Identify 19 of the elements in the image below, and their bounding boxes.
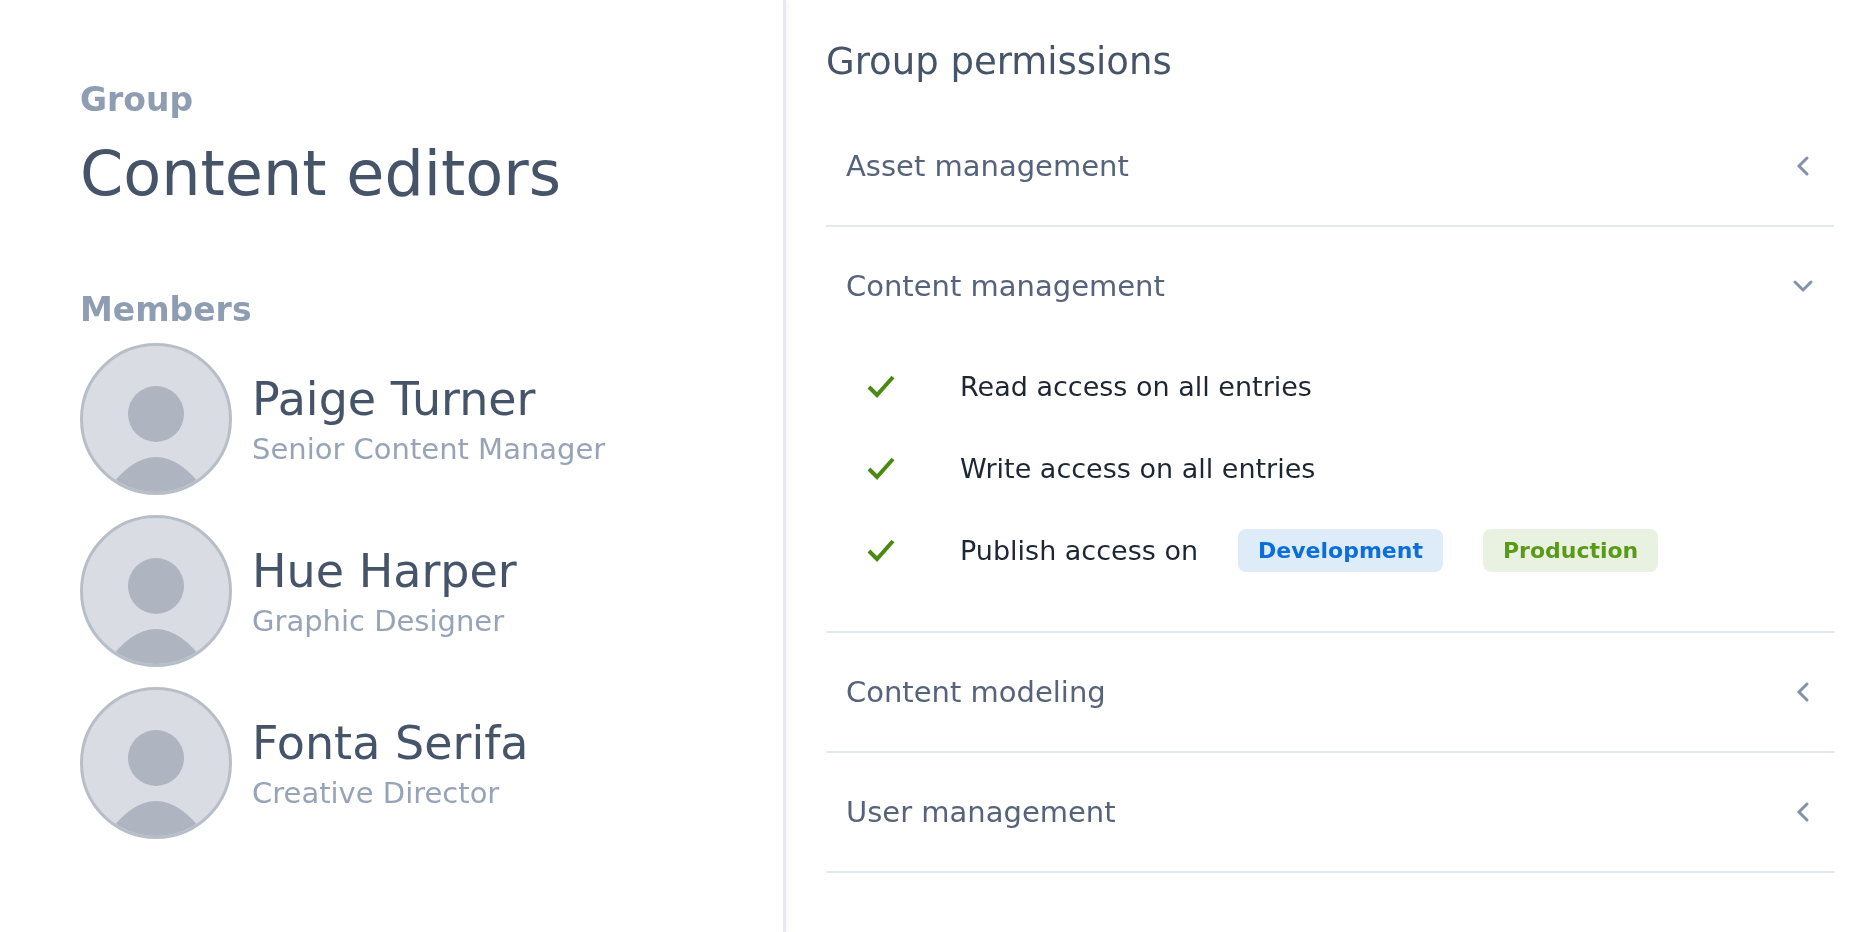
accordion-header[interactable]: User management: [826, 753, 1834, 871]
member-role: Senior Content Manager: [252, 432, 606, 466]
environment-tag: Production: [1482, 528, 1659, 572]
member-name: Paige Turner: [252, 372, 537, 426]
member-role: Graphic Designer: [252, 604, 506, 638]
group-label: Group: [80, 80, 195, 119]
group-title: Content editors: [80, 137, 563, 210]
member-name: Hue Harper: [252, 544, 517, 598]
accordion-header[interactable]: Asset management: [826, 107, 1834, 225]
permissions-title: Group permissions: [826, 40, 1173, 83]
members-label: Members: [80, 290, 253, 329]
accordion-header[interactable]: Content modeling: [826, 633, 1834, 751]
environment-tag: Development: [1238, 528, 1443, 572]
permission-text: Publish access on: [960, 534, 1199, 566]
member-name: Fonta Serifa: [252, 716, 529, 770]
permission-text: Write access on all entries: [960, 452, 1316, 484]
accordion-header[interactable]: Content management: [826, 227, 1834, 345]
permission-text: Read access on all entries: [960, 370, 1312, 402]
member-role: Creative Director: [252, 776, 501, 810]
